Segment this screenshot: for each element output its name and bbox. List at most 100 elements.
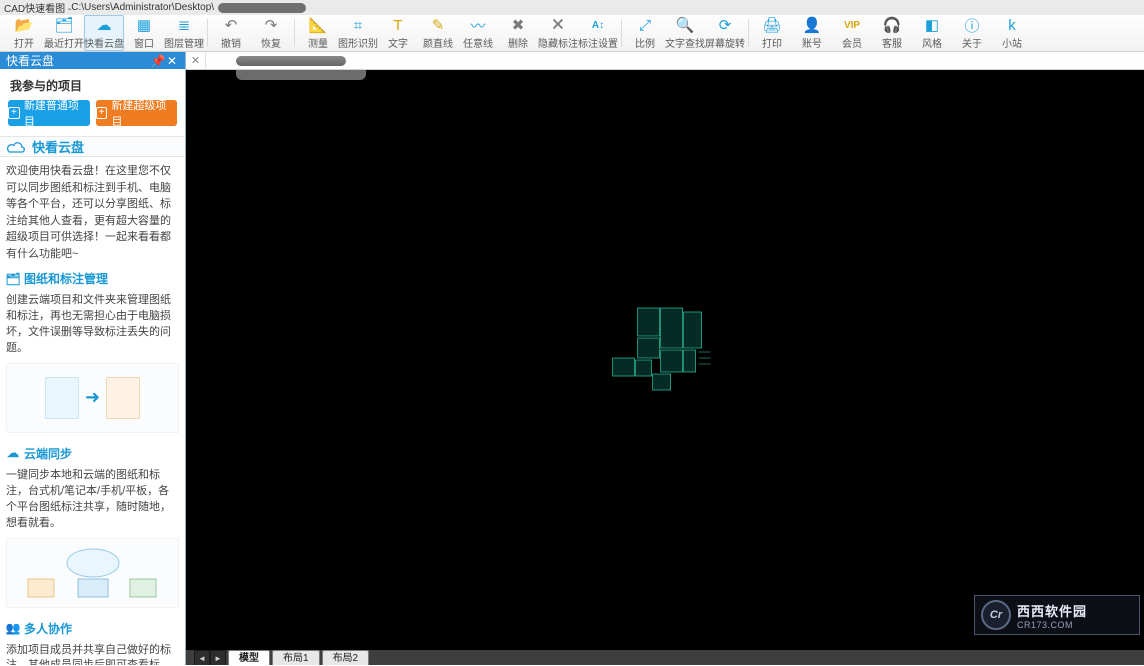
toolbar-open-button[interactable]: 📂打开 [4,15,44,51]
scale-icon: ⤢ [635,16,655,34]
toolbar-measure-button[interactable]: 📐测量 [298,15,338,51]
new-super-project-button[interactable]: + 新建超级项目 [96,100,178,126]
polyline-icon: 〰 [468,16,488,34]
toolbar-item-label: 隐藏标注 [538,35,578,50]
feature-description: 一键同步本地和云端的图纸和标注，台式机/笔记本/手机/平板，各个平台图纸标注共享… [0,466,185,534]
sidebar-panel-title: 快看云盘 [6,52,54,69]
cad-drawing-content [603,302,723,402]
window-title-prefix: CAD快速看图 - [4,0,71,15]
toolbar-item-label: 撤销 [221,35,241,50]
main-area: ✕ [186,52,1144,665]
delete-icon: ✖ [508,16,528,34]
draw-manage-icon: 🗂 [6,272,20,286]
main-toolbar: 📂打开🗂最近打开☁快看云盘▦窗口≣图层管理↶撤销↷恢复📐测量⌗图形识别T文字✎颜… [0,15,1144,52]
toolbar-item-label: 标注设置 [578,35,618,50]
feature-section: 🗂图纸和标注管理创建云端项目和文件夹来管理图纸和标注，再也无需担心由于电脑损坏，… [0,266,185,433]
sidebar-panel-header: 快看云盘 📌 ✕ [0,52,185,69]
window-title-bar: CAD快速看图 - C:\Users\Administrator\Desktop… [0,0,1144,15]
cloud-disk-heading: 快看云盘 [0,136,185,157]
toolbar-account-button[interactable]: 👤账号 [792,15,832,51]
toolbar-item-label: 小站 [1002,35,1022,50]
toolbar-item-label: 窗口 [134,35,154,50]
my-projects-heading: 我参与的项目 [0,69,185,100]
tab-prev-button[interactable]: ◄ [194,650,210,665]
toolbar-anno-set-button[interactable]: A↕标注设置 [578,15,618,51]
toolbar-item-label: 屏幕旋转 [705,35,745,50]
tab-next-button[interactable]: ► [210,650,226,665]
toolbar-site-button[interactable]: k小站 [992,15,1032,51]
watermark-logo: Cr [981,600,1011,630]
toolbar-find-text-button[interactable]: 🔍文字查找 [665,15,705,51]
toolbar-item-label: 文字查找 [665,35,705,50]
new-normal-project-button[interactable]: + 新建普通项目 [8,100,90,126]
model-layout-tabs: ◄ ► 模型布局1布局2 [186,649,1144,665]
toolbar-about-button[interactable]: ⓘ关于 [952,15,992,51]
model-tab[interactable]: 模型 [228,650,270,665]
hide-anno-icon: 🗙 [548,16,568,34]
toolbar-text-button[interactable]: T文字 [378,15,418,51]
layout-tab-1[interactable]: 布局1 [272,650,320,665]
open-icon: 📂 [14,16,34,34]
toolbar-item-label: 打印 [762,35,782,50]
close-document-button[interactable]: ✕ [186,52,206,69]
recent-icon: 🗂 [54,16,74,34]
toolbar-delete-button[interactable]: ✖删除 [498,15,538,51]
toolbar-scale-button[interactable]: ⤢比例 [625,15,665,51]
feature-illustration: ➜ [6,363,179,433]
toolbar-item-label: 会员 [842,35,862,50]
toolbar-item-label: 颜直线 [423,35,453,50]
toolbar-item-label: 账号 [802,35,822,50]
toolbar-redo-button[interactable]: ↷恢复 [251,15,291,51]
plus-icon: + [96,107,108,119]
site-watermark: Cr 西西软件园 CR173.COM [974,595,1140,635]
toolbar-item-label: 删除 [508,35,528,50]
toolbar-item-label: 文字 [388,35,408,50]
toolbar-zoom-rotate-button[interactable]: ⟳屏幕旋转 [705,15,745,51]
drawing-canvas[interactable]: Cr 西西软件园 CR173.COM [186,70,1144,649]
toolbar-polyline-button[interactable]: 〰任意线 [458,15,498,51]
print-icon: 🖨 [762,16,782,34]
toolbar-item-label: 恢复 [261,35,281,50]
toolbar-print-button[interactable]: 🖨打印 [752,15,792,51]
toolbar-item-label: 图形识别 [338,35,378,50]
pin-icon[interactable]: 📌 [151,54,165,68]
sidebar-panel: 快看云盘 📌 ✕ 我参与的项目 + 新建普通项目 + 新建超级项目 [0,52,186,665]
toolbar-support-button[interactable]: 🎧客服 [872,15,912,51]
window-title-path: C:\Users\Administrator\Desktop\ [71,2,214,13]
toolbar-layers-button[interactable]: ≣图层管理 [164,15,204,51]
panel-close-icon[interactable]: ✕ [165,54,179,68]
toolbar-item-label: 测量 [308,35,328,50]
toolbar-hide-anno-button[interactable]: 🗙隐藏标注 [538,15,578,51]
toolbar-item-label: 图层管理 [164,35,204,50]
feature-description: 添加项目成员并共享自己做好的标注，其他成员同步后即可查看标注，项目沟通协作从此变… [0,641,185,666]
toolbar-vip-button[interactable]: VIP会员 [832,15,872,51]
layout-tab-2[interactable]: 布局2 [322,650,370,665]
anno-set-icon: A↕ [588,16,608,34]
cloud-icon [6,140,26,154]
feature-section: ☁云端同步一键同步本地和云端的图纸和标注，台式机/笔记本/手机/平板，各个平台图… [0,441,185,608]
toolbar-item-label: 风格 [922,35,942,50]
feature-section: 👥多人协作添加项目成员并共享自己做好的标注，其他成员同步后即可查看标注，项目沟通… [0,616,185,666]
undo-icon: ↶ [221,16,241,34]
layers-icon: ≣ [174,16,194,34]
feature-description: 创建云端项目和文件夹来管理图纸和标注，再也无需担心由于电脑损坏，文件误删等导致标… [0,291,185,359]
account-icon: 👤 [802,16,822,34]
watermark-url: CR173.COM [1017,620,1087,630]
toolbar-pattern-rec-button[interactable]: ⌗图形识别 [338,15,378,51]
multi-collab-icon: 👥 [6,621,20,635]
toolbar-cloud-disk-button[interactable]: ☁快看云盘 [84,15,124,51]
highlight-icon: ✎ [428,16,448,34]
toolbar-recent-button[interactable]: 🗂最近打开 [44,15,84,51]
toolbar-undo-button[interactable]: ↶撤销 [211,15,251,51]
toolbar-style-button[interactable]: ◧风格 [912,15,952,51]
document-tab-bar: ✕ [186,52,1144,70]
toolbar-item-label: 最近打开 [44,35,84,50]
toolbar-highlight-button[interactable]: ✎颜直线 [418,15,458,51]
cloud-disk-icon: ☁ [94,16,114,34]
toolbar-item-label: 关于 [962,35,982,50]
window-icon: ▦ [134,16,154,34]
measure-icon: 📐 [308,16,328,34]
support-icon: 🎧 [882,16,902,34]
toolbar-item-label: 快看云盘 [84,35,124,50]
toolbar-window-button[interactable]: ▦窗口 [124,15,164,51]
